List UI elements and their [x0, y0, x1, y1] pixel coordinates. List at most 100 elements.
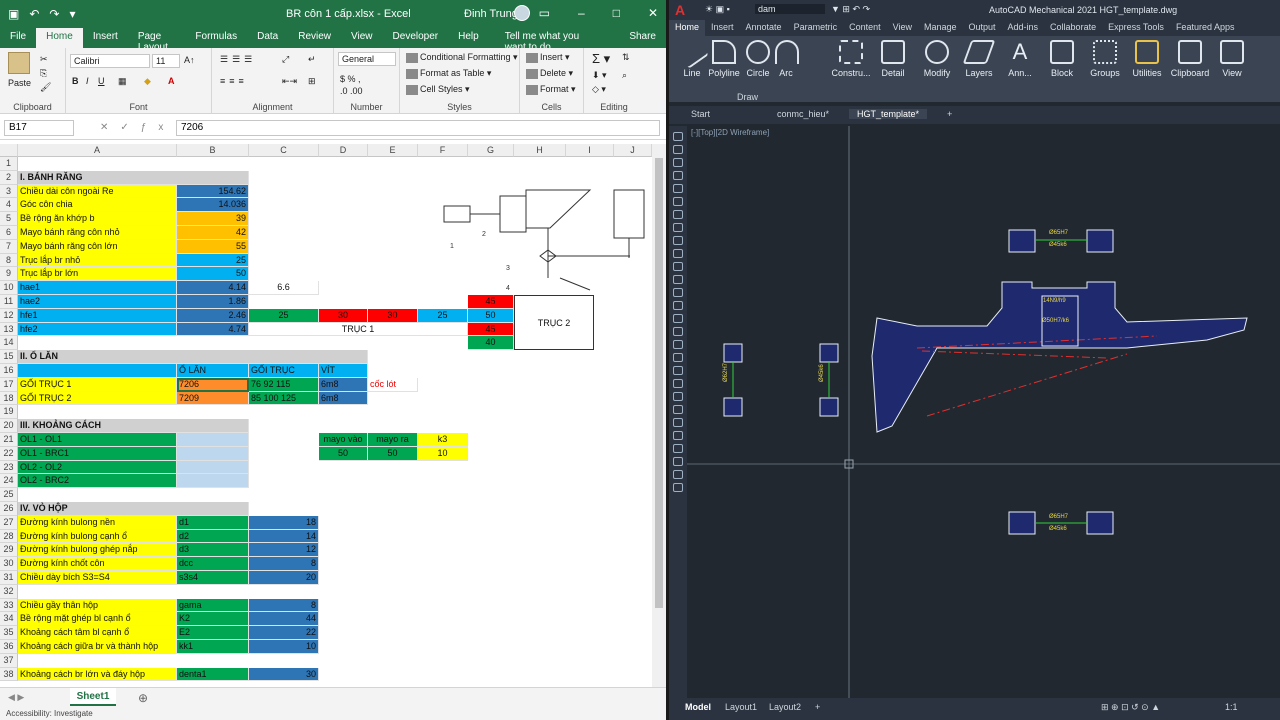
grid-cell[interactable]: 6m8	[319, 377, 368, 392]
horizontal-align-icons[interactable]: ≡≡≡	[220, 76, 248, 86]
grid-cell[interactable]: Khoảng cách tâm bl cạnh ổ	[18, 626, 177, 640]
layer-select[interactable]: dam	[755, 4, 825, 14]
grid-cell[interactable]: Trục lắp br nhỏ	[18, 253, 177, 268]
row-header[interactable]: 15	[0, 350, 18, 364]
grid-cell[interactable]: 6.6	[249, 281, 319, 295]
grid-cell[interactable]: GỐI TRỤC	[249, 364, 319, 378]
grid-cell[interactable]	[18, 364, 177, 378]
grid-cell[interactable]: 50	[319, 446, 368, 461]
row-header[interactable]: 34	[0, 612, 18, 627]
user-name[interactable]: Đinh Trung	[464, 8, 518, 20]
undo-icon[interactable]: ↶	[29, 7, 39, 21]
view-tool[interactable]: View	[1219, 40, 1245, 78]
formula-input[interactable]: 7206	[176, 120, 660, 136]
grid-cell[interactable]: Trục lắp br lớn	[18, 267, 177, 282]
palette-tool-icon[interactable]	[673, 405, 683, 414]
palette-tool-icon[interactable]	[673, 392, 683, 401]
grid-cell[interactable]: 85 100 125	[249, 391, 319, 406]
row-header[interactable]: 8	[0, 253, 18, 268]
grid-cell[interactable]: 30	[319, 308, 368, 323]
grid-cell[interactable]: 14	[249, 529, 319, 544]
row-header[interactable]: 20	[0, 419, 18, 433]
grid-cell[interactable]: 22	[249, 626, 319, 640]
minimize-icon[interactable]: –	[578, 6, 585, 20]
palette-tool-icon[interactable]	[673, 262, 683, 271]
grid-cell[interactable]: 25	[177, 253, 249, 268]
grid-cell[interactable]: GỐI TRỤC 1	[18, 377, 177, 392]
conditional-formatting-button[interactable]: Conditional Formatting ▾	[406, 52, 518, 63]
grid-cell[interactable]: kk1	[177, 640, 249, 654]
fill-icon[interactable]: ⬇ ▾	[592, 70, 607, 81]
grid-cell[interactable]: 25	[249, 308, 319, 323]
indent-icon[interactable]: ⇤⇥	[282, 76, 297, 87]
layers-tool[interactable]: Layers	[961, 40, 997, 78]
grid-cell[interactable]: Bề rộng mặt ghép bl cạnh ổ	[18, 612, 177, 627]
grid-cell[interactable]: hfe1	[18, 308, 177, 323]
toolbar-icons[interactable]: ▼ ⊞ ↶ ↷	[831, 4, 870, 15]
truc2-cell[interactable]: TRỤC 2	[514, 295, 594, 351]
acad-tab-content[interactable]: Content	[843, 20, 887, 36]
left-tool-palette[interactable]	[669, 126, 687, 698]
row-header[interactable]: 5	[0, 212, 18, 226]
grid-cell[interactable]: 50	[368, 446, 418, 461]
row-header[interactable]: 36	[0, 640, 18, 654]
grid-cell[interactable]: d3	[177, 543, 249, 558]
layout-tab-1[interactable]: Layout1	[725, 702, 757, 712]
grid-cell[interactable]: I. BÁNH RĂNG	[18, 170, 249, 185]
column-header[interactable]: F	[418, 144, 468, 157]
row-header[interactable]: 18	[0, 391, 18, 406]
row-header[interactable]: 19	[0, 405, 18, 420]
palette-tool-icon[interactable]	[673, 249, 683, 258]
paste-button[interactable]: Paste	[8, 78, 31, 88]
row-header[interactable]: 25	[0, 488, 18, 502]
font-size-select[interactable]: 11	[152, 54, 180, 68]
tell-me-search[interactable]: Tell me what you want to do	[495, 28, 598, 53]
grid-cell[interactable]: Bề rộng ăn khớp b	[18, 212, 177, 226]
palette-tool-icon[interactable]	[673, 132, 683, 141]
cut-icon[interactable]: ✂	[40, 54, 48, 65]
tab-view[interactable]: View	[341, 28, 383, 48]
grid-cell[interactable]	[177, 460, 249, 475]
palette-tool-icon[interactable]	[673, 197, 683, 206]
palette-tool-icon[interactable]	[673, 431, 683, 440]
grid-cell[interactable]: 44	[249, 612, 319, 627]
grid-cell[interactable]: 154.62	[177, 184, 249, 199]
grid-cell[interactable]: Góc côn chia	[18, 198, 177, 213]
modify-tool[interactable]: Modify	[917, 40, 957, 78]
grid-cell[interactable]: 25	[418, 308, 468, 323]
ribbon-display-icon[interactable]: ▭	[539, 6, 550, 20]
row-header[interactable]: 17	[0, 377, 18, 392]
column-header[interactable]: E	[368, 144, 418, 157]
grid-cell[interactable]: II. Ổ LĂN	[18, 350, 368, 364]
palette-tool-icon[interactable]	[673, 301, 683, 310]
row-header[interactable]: 32	[0, 584, 18, 599]
decimal-icons[interactable]: .0 .00	[340, 86, 363, 96]
share-button[interactable]: Share	[619, 28, 666, 48]
grid-cell[interactable]: Khoảng cách giữa br và thành hộp	[18, 640, 177, 654]
italic-icon[interactable]: I	[86, 76, 89, 86]
column-header[interactable]: B	[177, 144, 249, 157]
row-header[interactable]: 14	[0, 336, 18, 351]
grid-cell[interactable]: Đường kính bulong ghép nắp	[18, 543, 177, 558]
row-header[interactable]: 23	[0, 460, 18, 475]
formula-icons[interactable]: ✕✓ƒx	[100, 122, 175, 133]
row-header[interactable]: 13	[0, 322, 18, 337]
grid-cell[interactable]: 12	[249, 543, 319, 558]
grid-cell[interactable]: OL2 - BRC2	[18, 474, 177, 489]
grid-cell[interactable]: 30	[249, 667, 319, 682]
grid-cell[interactable]: s3s4	[177, 571, 249, 585]
grid-cell[interactable]: 14.036	[177, 198, 249, 213]
sort-filter-icon[interactable]: ⇅	[622, 52, 630, 63]
column-header[interactable]: C	[249, 144, 319, 157]
acad-tab-collaborate[interactable]: Collaborate	[1044, 20, 1102, 36]
grid-cell[interactable]: 39	[177, 212, 249, 226]
tab-developer[interactable]: Developer	[383, 28, 449, 48]
grid-cell[interactable]: OL1 - BRC1	[18, 446, 177, 461]
groups-tool[interactable]: Groups	[1089, 40, 1121, 78]
palette-tool-icon[interactable]	[673, 236, 683, 245]
grid-cell[interactable]: k3	[418, 433, 468, 447]
palette-tool-icon[interactable]	[673, 353, 683, 362]
row-header[interactable]: 6	[0, 226, 18, 240]
tab-review[interactable]: Review	[288, 28, 341, 48]
grid-cell[interactable]: Chiều gầy thân hộp	[18, 598, 177, 613]
